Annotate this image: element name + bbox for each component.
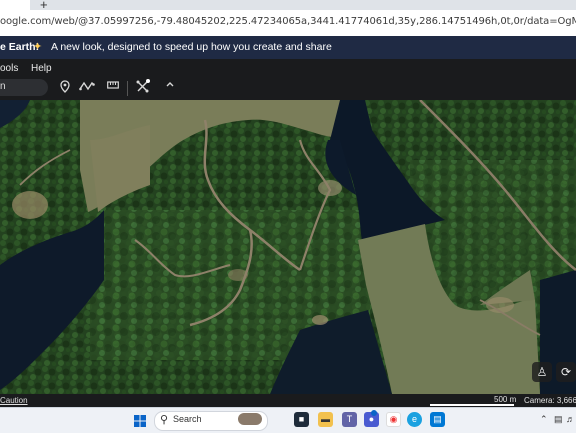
party-popper-icon: ✦	[33, 41, 43, 53]
scale-label: 500 m	[494, 395, 517, 404]
taskbar-search-placeholder: Search	[173, 414, 202, 424]
map-status-bar: Caution 500 m Camera: 3,666 m	[0, 394, 576, 407]
chevron-up-icon[interactable]	[165, 79, 175, 92]
volume-icon[interactable]: ♬	[566, 414, 575, 424]
menu-tools[interactable]: ools	[0, 63, 18, 74]
address-bar[interactable]: oogle.com/web/@37.05997256,-79.48045202,…	[0, 10, 576, 37]
chrome-icon[interactable]: ◉	[386, 412, 401, 427]
ruler-icon[interactable]	[107, 80, 119, 93]
scale-bar	[430, 404, 514, 406]
search-icon: ⚲	[160, 414, 169, 426]
active-tab[interactable]	[0, 0, 30, 10]
windows-taskbar	[0, 407, 576, 433]
street-view-pegman-icon[interactable]: ♙	[532, 362, 552, 382]
folder-icon[interactable]: ▬	[318, 412, 333, 427]
path-icon[interactable]	[79, 80, 95, 95]
windows-start-icon[interactable]	[134, 414, 146, 432]
notification-badge	[371, 410, 377, 416]
teams-icon[interactable]: T	[342, 412, 357, 427]
camera-altitude: Camera: 3,666 m	[524, 396, 576, 405]
banner-message[interactable]: A new look, designed to speed up how you…	[51, 41, 332, 53]
pin-icon[interactable]	[60, 80, 70, 96]
satellite-imagery[interactable]	[0, 100, 576, 394]
url-text[interactable]: oogle.com/web/@37.05997256,-79.48045202,…	[0, 16, 576, 27]
search-input-text: n	[0, 81, 6, 92]
tab-strip	[0, 0, 576, 10]
app-icon[interactable]: ▤	[430, 412, 445, 427]
tray-chevron-up-icon[interactable]: ⌃	[540, 414, 548, 425]
file-icon[interactable]: ■	[294, 412, 309, 427]
earth-banner: e Earth! ✦ A new look, designed to speed…	[0, 36, 576, 59]
compass-icon[interactable]: ⟳	[556, 362, 576, 382]
search-highlight-image	[238, 413, 262, 425]
search-input[interactable]: n	[0, 79, 48, 96]
toolbar-divider	[127, 81, 128, 96]
edge-icon[interactable]: e	[407, 412, 422, 427]
menu-help[interactable]: Help	[31, 63, 52, 74]
earth-menu-bar: ools Help	[0, 59, 576, 77]
satellite-map[interactable]	[0, 100, 576, 394]
network-icon[interactable]: ▤	[554, 414, 563, 425]
notification-dot	[146, 79, 150, 83]
caution-link[interactable]: Caution	[0, 396, 28, 405]
